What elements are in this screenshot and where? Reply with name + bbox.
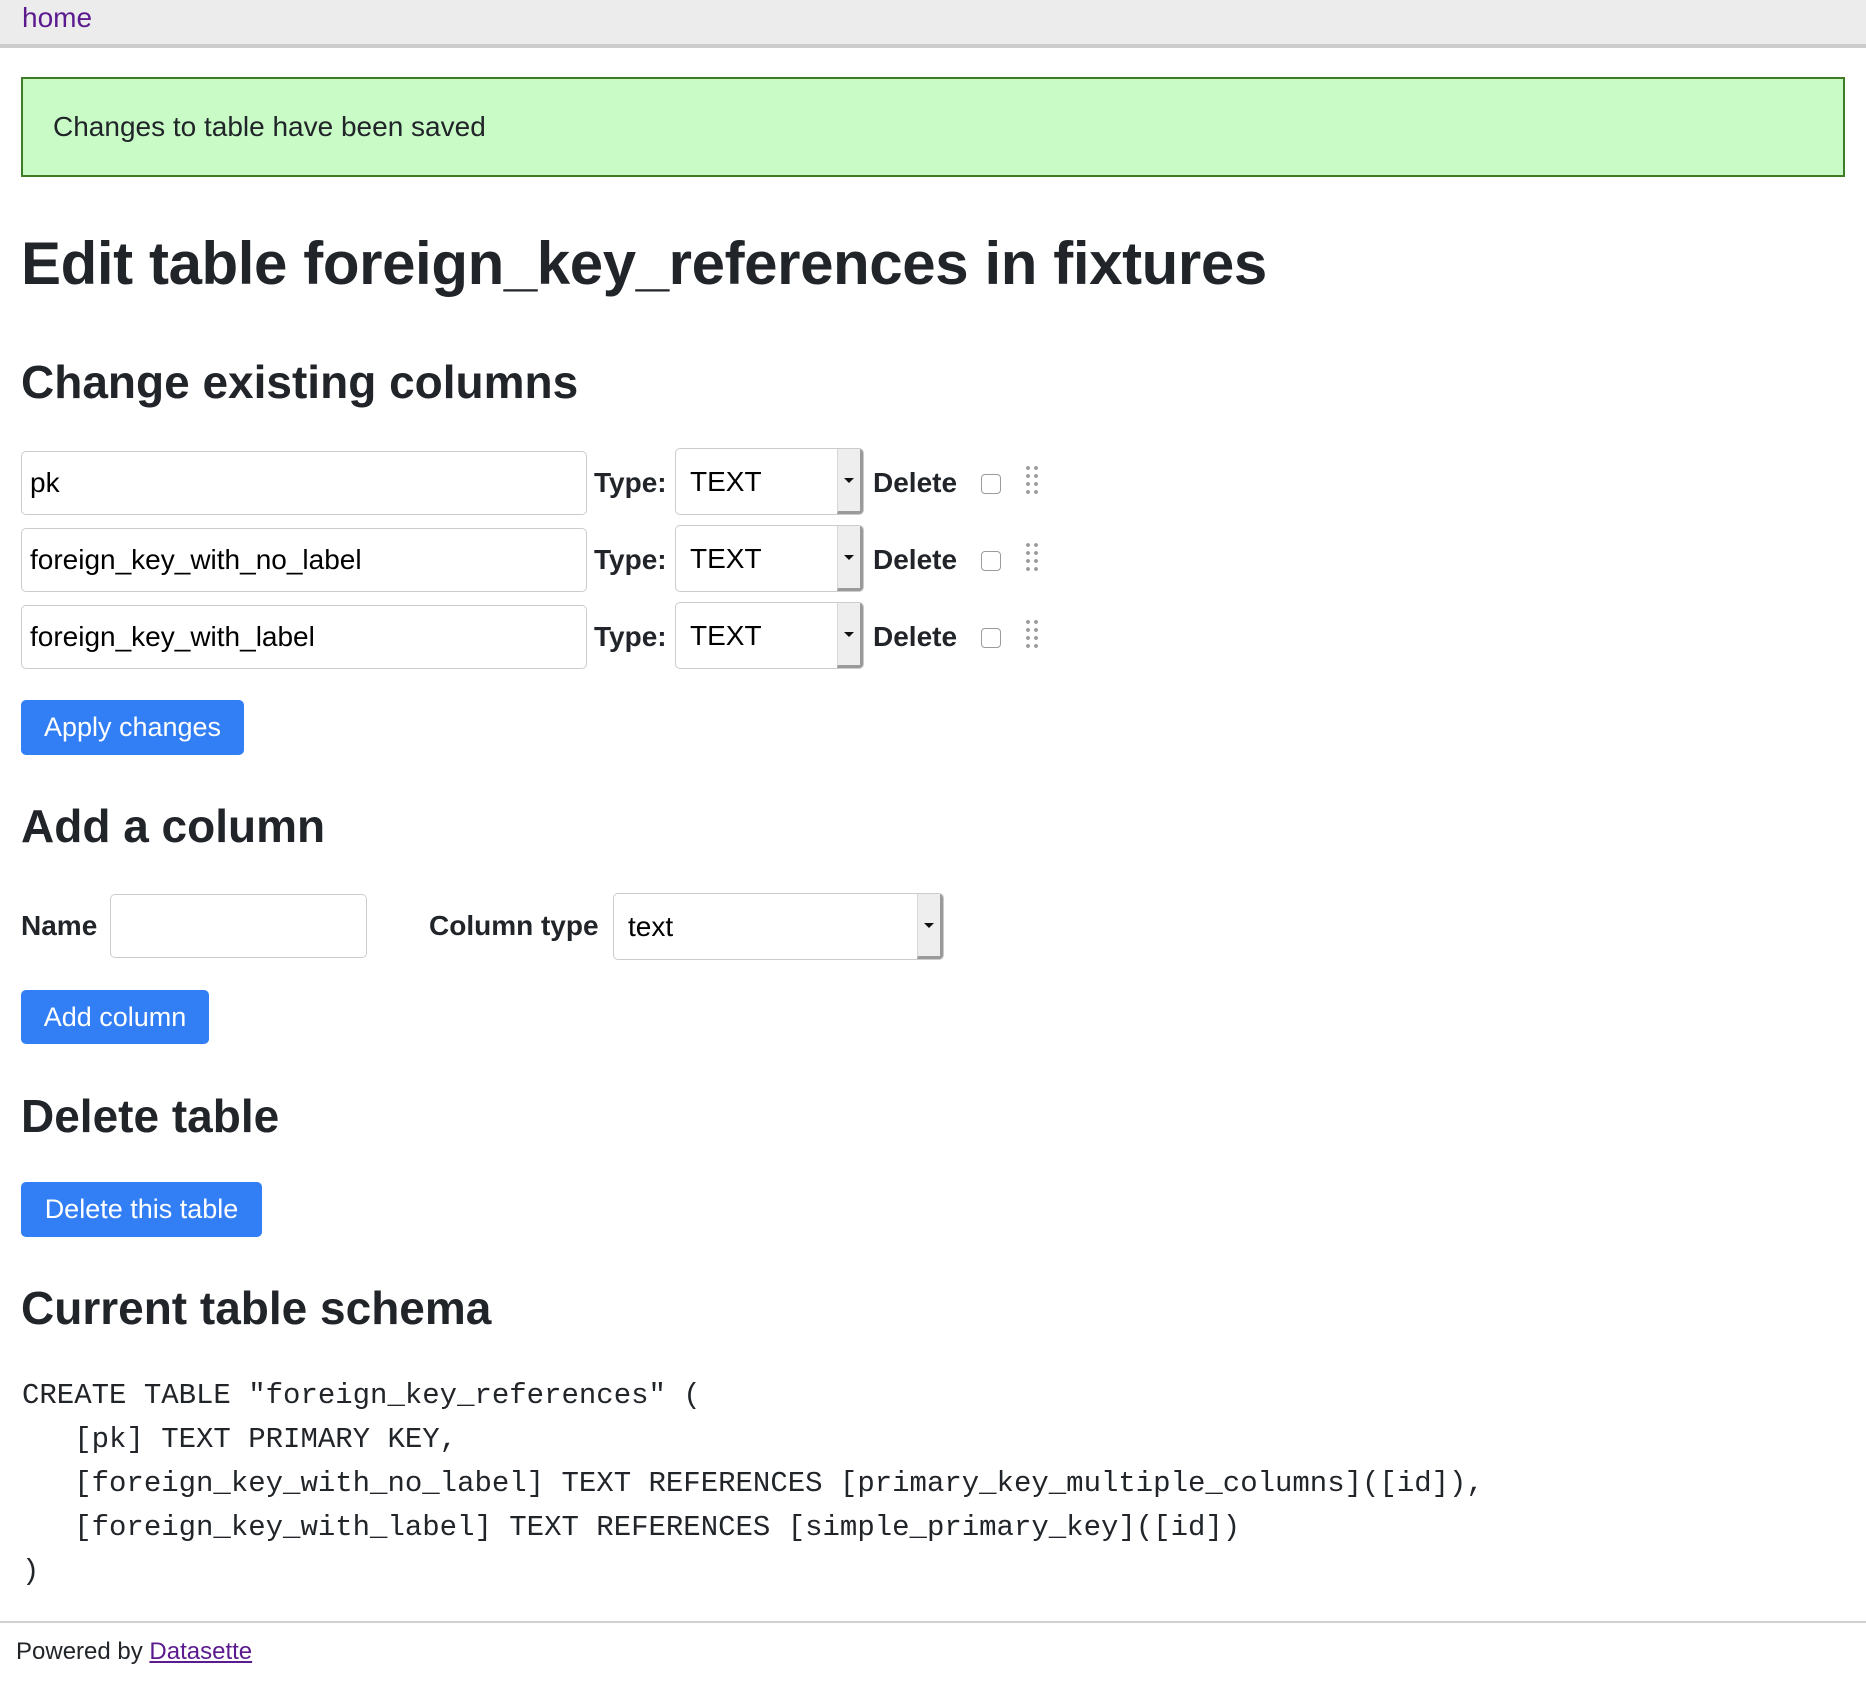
footer: Powered by Datasette bbox=[16, 1636, 252, 1668]
delete-label: Delete bbox=[873, 467, 958, 498]
change-columns-heading: Change existing columns bbox=[21, 356, 579, 408]
drag-handle-icon[interactable] bbox=[1024, 541, 1040, 573]
drag-handle-icon[interactable] bbox=[1024, 618, 1040, 650]
top-nav-bar bbox=[0, 0, 1866, 48]
new-column-type-select[interactable]: text bbox=[613, 893, 944, 960]
delete-column-checkbox[interactable] bbox=[981, 551, 1001, 571]
new-column-name-input[interactable] bbox=[110, 894, 367, 958]
new-column-type-value: text bbox=[628, 910, 674, 942]
datasette-link[interactable]: Datasette bbox=[149, 1638, 252, 1665]
footer-divider bbox=[0, 1621, 1866, 1623]
add-column-button[interactable]: Add column bbox=[21, 990, 209, 1044]
column-type-value: TEXT bbox=[690, 619, 762, 651]
delete-table-button[interactable]: Delete this table bbox=[21, 1182, 262, 1237]
footer-prefix: Powered by bbox=[16, 1638, 150, 1665]
add-column-heading: Add a column bbox=[21, 800, 326, 852]
schema-sql: CREATE TABLE "foreign_key_references" ( … bbox=[22, 1379, 1484, 1588]
type-label: Type: bbox=[594, 467, 667, 498]
column-type-select[interactable]: TEXT bbox=[675, 525, 864, 592]
type-label: Type: bbox=[594, 621, 667, 652]
column-type-select[interactable]: TEXT bbox=[675, 602, 864, 669]
type-label: Type: bbox=[594, 544, 667, 575]
chevron-down-icon bbox=[844, 478, 854, 483]
dropdown-button[interactable] bbox=[837, 526, 863, 591]
success-message-text: Changes to table have been saved bbox=[53, 111, 486, 142]
drag-handle-icon[interactable] bbox=[1024, 464, 1040, 496]
dropdown-button[interactable] bbox=[837, 603, 863, 668]
column-type-value: TEXT bbox=[690, 542, 762, 574]
delete-column-checkbox[interactable] bbox=[981, 474, 1001, 494]
column-name-input[interactable] bbox=[21, 451, 587, 515]
success-message: Changes to table have been saved bbox=[21, 77, 1845, 177]
apply-changes-button[interactable]: Apply changes bbox=[21, 700, 244, 755]
chevron-down-icon bbox=[844, 632, 854, 637]
delete-label: Delete bbox=[873, 544, 958, 575]
column-name-input[interactable] bbox=[21, 605, 587, 669]
home-link[interactable]: home bbox=[22, 0, 92, 36]
name-label: Name bbox=[21, 910, 98, 941]
delete-label: Delete bbox=[873, 621, 958, 652]
delete-table-heading: Delete table bbox=[21, 1090, 280, 1142]
chevron-down-icon bbox=[844, 555, 854, 560]
column-type-value: TEXT bbox=[690, 465, 762, 497]
column-type-select[interactable]: TEXT bbox=[675, 448, 864, 515]
column-type-label: Column type bbox=[429, 910, 599, 941]
dropdown-button[interactable] bbox=[917, 894, 943, 959]
column-name-input[interactable] bbox=[21, 528, 587, 592]
schema-heading: Current table schema bbox=[21, 1282, 492, 1334]
dropdown-button[interactable] bbox=[837, 449, 863, 514]
page-title: Edit table foreign_key_references in fix… bbox=[21, 230, 1267, 297]
delete-column-checkbox[interactable] bbox=[981, 628, 1001, 648]
chevron-down-icon bbox=[924, 923, 934, 928]
